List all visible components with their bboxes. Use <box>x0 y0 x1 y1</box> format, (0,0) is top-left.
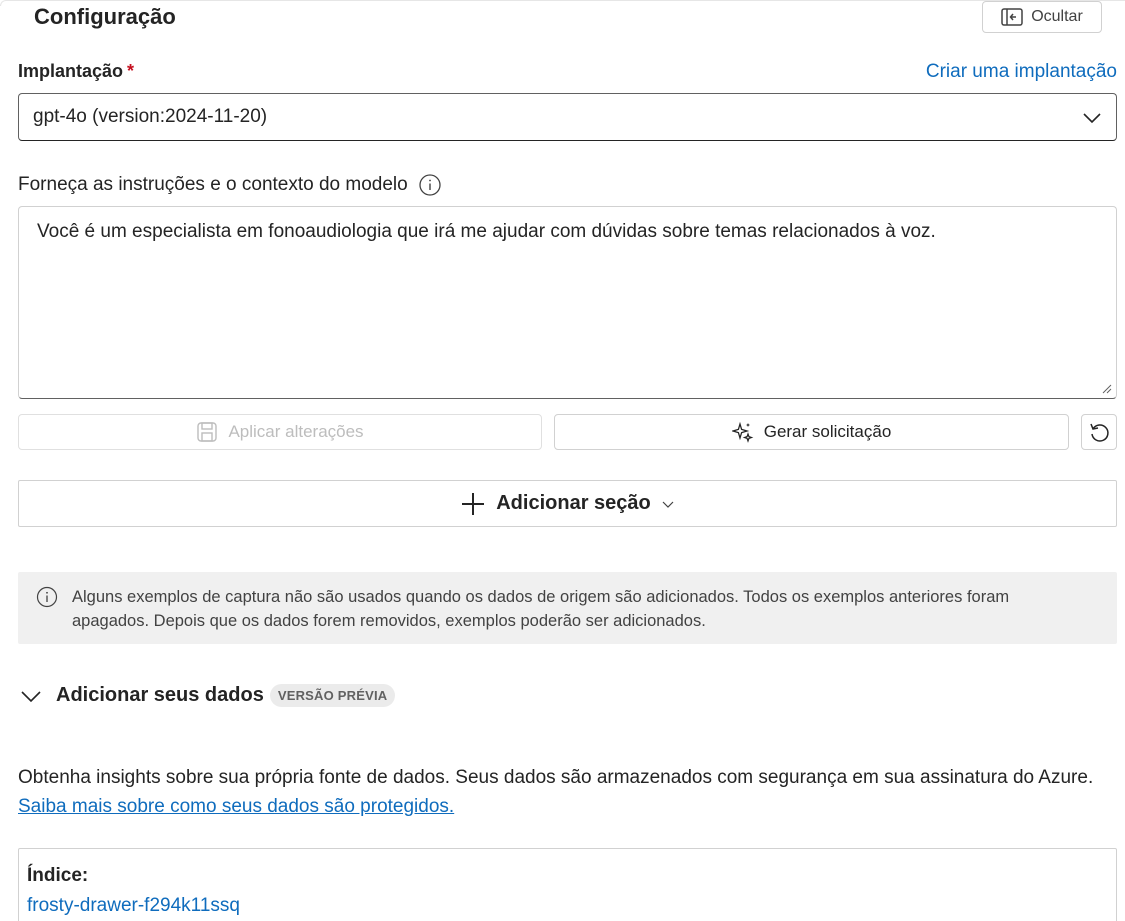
chevron-down-icon <box>662 501 674 508</box>
index-box: Índice: frosty-drawer-f294k11ssq <box>18 848 1117 921</box>
generate-prompt-button[interactable]: Gerar solicitação <box>554 414 1069 450</box>
hide-button-label: Ocultar <box>1031 8 1083 25</box>
info-message-text: Alguns exemplos de captura não são usado… <box>72 588 1010 630</box>
required-mark: * <box>127 61 135 81</box>
apply-changes-label: Aplicar alterações <box>228 422 364 441</box>
sparkle-icon <box>731 421 754 443</box>
reset-button[interactable] <box>1081 414 1117 450</box>
deployment-selected-value: gpt-4o (version:2024-11-20) <box>33 106 268 127</box>
preview-badge: VERSÃO PRÉVIA <box>269 684 396 707</box>
add-your-data-title: Adicionar seus dados <box>56 684 264 706</box>
instructions-label: Forneça as instruções e o contexto do mo… <box>18 173 442 197</box>
add-section-button[interactable]: Adicionar seção <box>18 480 1117 527</box>
description-text: Obtenha insights sobre sua própria fonte… <box>18 767 1094 788</box>
index-label: Índice: <box>27 865 89 886</box>
resize-handle-icon[interactable] <box>1100 382 1112 394</box>
deployment-label-text: Implantação <box>18 61 124 81</box>
chevron-down-icon[interactable] <box>20 685 42 707</box>
index-value-link[interactable]: frosty-drawer-f294k11ssq <box>27 895 1108 917</box>
deployment-select[interactable]: gpt-4o (version:2024-11-20) <box>18 93 1117 141</box>
generate-prompt-label: Gerar solicitação <box>763 422 892 441</box>
panel-title: Configuração <box>34 4 176 29</box>
apply-changes-button[interactable]: Aplicar alterações <box>18 414 542 450</box>
plus-icon <box>462 492 485 515</box>
learn-more-link[interactable]: Saiba mais sobre como seus dados são pro… <box>18 796 454 817</box>
create-deployment-link[interactable]: Criar uma implantação <box>926 61 1117 83</box>
save-icon <box>197 422 218 442</box>
instructions-text: Você é um especialista em fonoaudiologia… <box>37 221 936 242</box>
info-icon <box>36 586 58 608</box>
reset-icon <box>1090 423 1109 442</box>
panel-collapse-icon <box>1001 8 1023 26</box>
instructions-textarea[interactable]: Você é um especialista em fonoaudiologia… <box>18 206 1117 399</box>
chevron-down-icon <box>1083 113 1101 124</box>
deployment-label: Implantação * <box>18 61 134 82</box>
instructions-label-text: Forneça as instruções e o contexto do mo… <box>18 174 408 195</box>
hide-button[interactable]: Ocultar <box>982 1 1102 33</box>
add-your-data-header[interactable]: Adicionar seus dados VERSÃO PRÉVIA <box>20 684 396 707</box>
info-message-bar: Alguns exemplos de captura não são usado… <box>18 572 1117 644</box>
add-section-label: Adicionar seção <box>496 492 651 514</box>
info-icon[interactable] <box>418 173 442 197</box>
your-data-description: Obtenha insights sobre sua própria fonte… <box>18 763 1108 821</box>
